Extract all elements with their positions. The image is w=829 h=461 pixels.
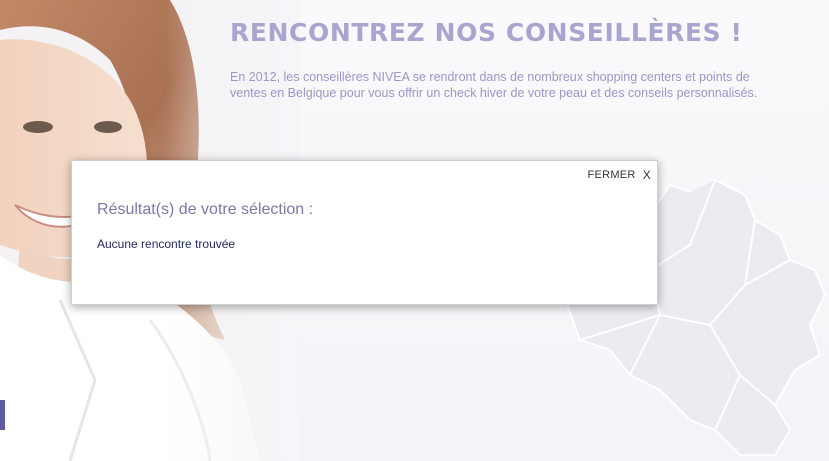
no-results-message: Aucune rencontre trouvée	[97, 237, 236, 251]
modal-title: Résultat(s) de votre sélection :	[97, 201, 314, 218]
page: RENCONTREZ NOS CONSEILLÈRES ! En 2012, l…	[0, 0, 829, 461]
close-icon[interactable]: X	[643, 168, 651, 182]
hero-description: En 2012, les conseillères NIVEA se rendr…	[230, 70, 758, 100]
close-button-label: FERMER	[587, 169, 636, 181]
page-title: RENCONTREZ NOS CONSEILLÈRES !	[230, 18, 743, 47]
close-button[interactable]: FERMER X	[587, 168, 651, 182]
results-modal: FERMER X Résultat(s) de votre sélection …	[71, 160, 658, 305]
